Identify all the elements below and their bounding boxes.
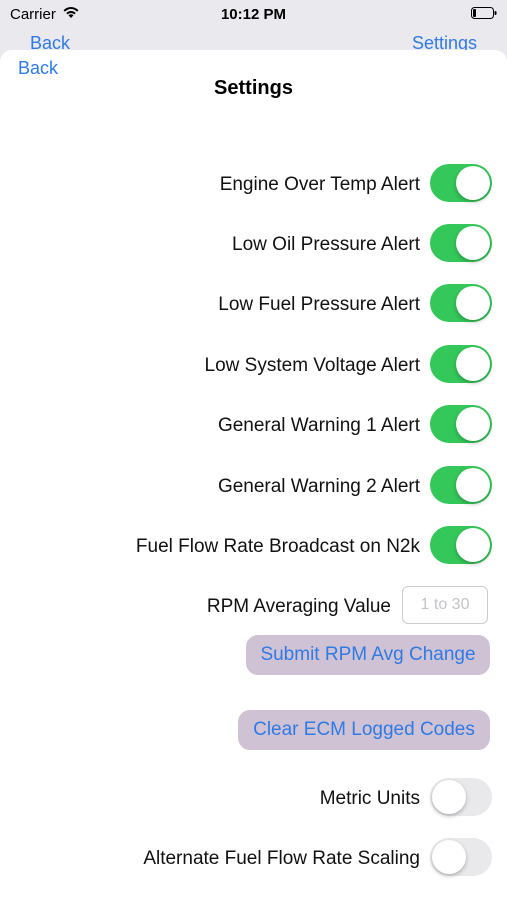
low-fuel-pressure-switch[interactable]	[430, 284, 492, 322]
switch-knob	[432, 780, 466, 814]
settings-sheet: Back Settings Engine Over Temp Alert Low…	[0, 50, 507, 900]
switch-knob	[456, 528, 490, 562]
engine-over-temp-switch[interactable]	[430, 164, 492, 202]
general-warning-2-label: General Warning 2 Alert	[217, 476, 420, 497]
general-warning-2-switch[interactable]	[430, 466, 492, 504]
switch-knob	[456, 226, 490, 260]
general-warning-1-label: General Warning 1 Alert	[217, 415, 420, 436]
fuel-flow-broadcast-switch[interactable]	[430, 526, 492, 564]
submit-rpm-avg-button[interactable]: Submit RPM Avg Change	[246, 635, 490, 675]
page-title: Settings	[214, 77, 293, 99]
metric-units-switch[interactable]	[430, 778, 492, 816]
rpm-averaging-label: RPM Averaging Value	[206, 596, 391, 617]
metric-units-label: Metric Units	[319, 788, 420, 809]
clear-ecm-codes-button[interactable]: Clear ECM Logged Codes	[238, 710, 490, 750]
general-warning-1-switch[interactable]	[430, 405, 492, 443]
alternate-fuel-flow-switch[interactable]	[430, 838, 492, 876]
low-oil-pressure-switch[interactable]	[430, 224, 492, 262]
status-bar: Carrier 10:12 PM	[0, 0, 507, 30]
switch-knob	[432, 840, 466, 874]
switch-knob	[456, 347, 490, 381]
switch-knob	[456, 166, 490, 200]
low-oil-pressure-label: Low Oil Pressure Alert	[232, 234, 420, 255]
low-system-voltage-switch[interactable]	[430, 345, 492, 383]
switch-knob	[456, 286, 490, 320]
clock-time: 10:12 PM	[220, 6, 287, 23]
low-system-voltage-label: Low System Voltage Alert	[204, 355, 420, 376]
battery-icon	[471, 7, 497, 19]
fuel-flow-broadcast-label: Fuel Flow Rate Broadcast on N2k	[135, 536, 420, 557]
rpm-averaging-input[interactable]	[402, 586, 488, 624]
alternate-fuel-flow-label: Alternate Fuel Flow Rate Scaling	[143, 848, 420, 869]
back-button[interactable]: Back	[18, 58, 58, 79]
switch-knob	[456, 468, 490, 502]
engine-over-temp-label: Engine Over Temp Alert	[219, 174, 420, 195]
switch-knob	[456, 407, 490, 441]
low-fuel-pressure-label: Low Fuel Pressure Alert	[218, 294, 420, 315]
